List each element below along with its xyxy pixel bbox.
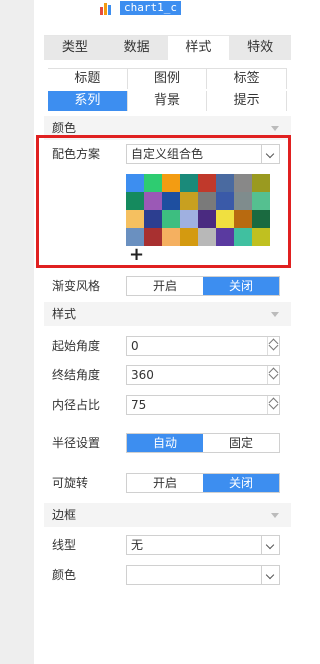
subtab-tooltip[interactable]: 提示 <box>207 91 287 111</box>
line-type-row: 线型 无 <box>44 532 291 558</box>
gradient-toggle: 开启 关闭 <box>126 276 280 296</box>
start-angle-row: 起始角度 0 <box>44 333 291 359</box>
section-border-title: 边框 <box>52 508 77 522</box>
inner-ratio-value: 75 <box>131 398 147 412</box>
start-angle-value: 0 <box>131 339 139 353</box>
radius-label: 半径设置 <box>52 436 101 450</box>
chevron-down-icon <box>271 312 279 317</box>
left-panel-strip <box>0 0 34 664</box>
subtab-legend[interactable]: 图例 <box>127 69 208 89</box>
gradient-label: 渐变风格 <box>52 279 101 293</box>
rotatable-off-option[interactable]: 关闭 <box>203 474 279 492</box>
border-color-row: 颜色 <box>44 562 291 588</box>
end-angle-input[interactable]: 360 <box>126 365 280 385</box>
end-angle-label: 终结角度 <box>52 368 101 382</box>
sub-tabs: 标题 图例 标签 系列 背景 提示 <box>48 68 287 111</box>
chevron-down-icon <box>261 566 279 584</box>
line-type-value: 无 <box>131 538 144 552</box>
gradient-row: 渐变风格 开启 关闭 <box>44 273 291 299</box>
chart-name: chart1_c <box>120 1 181 15</box>
subtab-background[interactable]: 背景 <box>127 91 208 111</box>
subtab-series[interactable]: 系列 <box>48 91 128 111</box>
inner-ratio-input[interactable]: 75 <box>126 395 280 415</box>
radius-fixed-option[interactable]: 固定 <box>203 434 279 452</box>
spinner-icon[interactable] <box>267 337 279 355</box>
radius-auto-option[interactable]: 自动 <box>127 434 203 452</box>
spinner-icon[interactable] <box>267 366 279 384</box>
rotatable-row: 可旋转 开启 关闭 <box>44 470 291 496</box>
border-color-label: 颜色 <box>52 568 77 582</box>
inner-ratio-row: 内径占比 75 <box>44 392 291 418</box>
subtab-title[interactable]: 标题 <box>48 69 128 89</box>
property-panel: chart1_c 类型 数据 样式 特效 标题 图例 标签 系列 背景 提示 颜… <box>44 0 291 664</box>
panel-header: chart1_c <box>44 0 291 36</box>
section-border[interactable]: 边框 <box>44 503 291 527</box>
tab-type[interactable]: 类型 <box>44 36 106 60</box>
radius-row: 半径设置 自动 固定 <box>44 430 291 456</box>
chevron-down-icon <box>271 513 279 518</box>
gradient-off-option[interactable]: 关闭 <box>203 277 279 295</box>
line-type-select[interactable]: 无 <box>126 535 280 555</box>
chevron-down-icon <box>271 126 279 131</box>
radius-toggle: 自动 固定 <box>126 433 280 453</box>
section-style-title: 样式 <box>52 307 77 321</box>
rotatable-label: 可旋转 <box>52 476 89 490</box>
border-color-select[interactable] <box>126 565 280 585</box>
tab-style[interactable]: 样式 <box>167 36 230 60</box>
tab-data[interactable]: 数据 <box>106 36 168 60</box>
rotatable-toggle: 开启 关闭 <box>126 473 280 493</box>
start-angle-label: 起始角度 <box>52 339 101 353</box>
line-type-label: 线型 <box>52 538 77 552</box>
end-angle-row: 终结角度 360 <box>44 362 291 388</box>
end-angle-value: 360 <box>131 368 154 382</box>
spinner-icon[interactable] <box>267 396 279 414</box>
subtab-label[interactable]: 标签 <box>207 69 287 89</box>
highlight-annotation <box>36 135 291 268</box>
start-angle-input[interactable]: 0 <box>126 336 280 356</box>
rotatable-on-option[interactable]: 开启 <box>127 474 203 492</box>
main-tabs: 类型 数据 样式 特效 <box>44 36 291 60</box>
tab-effects[interactable]: 特效 <box>229 36 291 60</box>
chart-icon <box>100 3 111 15</box>
inner-ratio-label: 内径占比 <box>52 398 101 412</box>
section-color-title: 颜色 <box>52 121 77 135</box>
gradient-on-option[interactable]: 开启 <box>127 277 203 295</box>
chevron-down-icon <box>261 536 279 554</box>
section-style[interactable]: 样式 <box>44 302 291 326</box>
